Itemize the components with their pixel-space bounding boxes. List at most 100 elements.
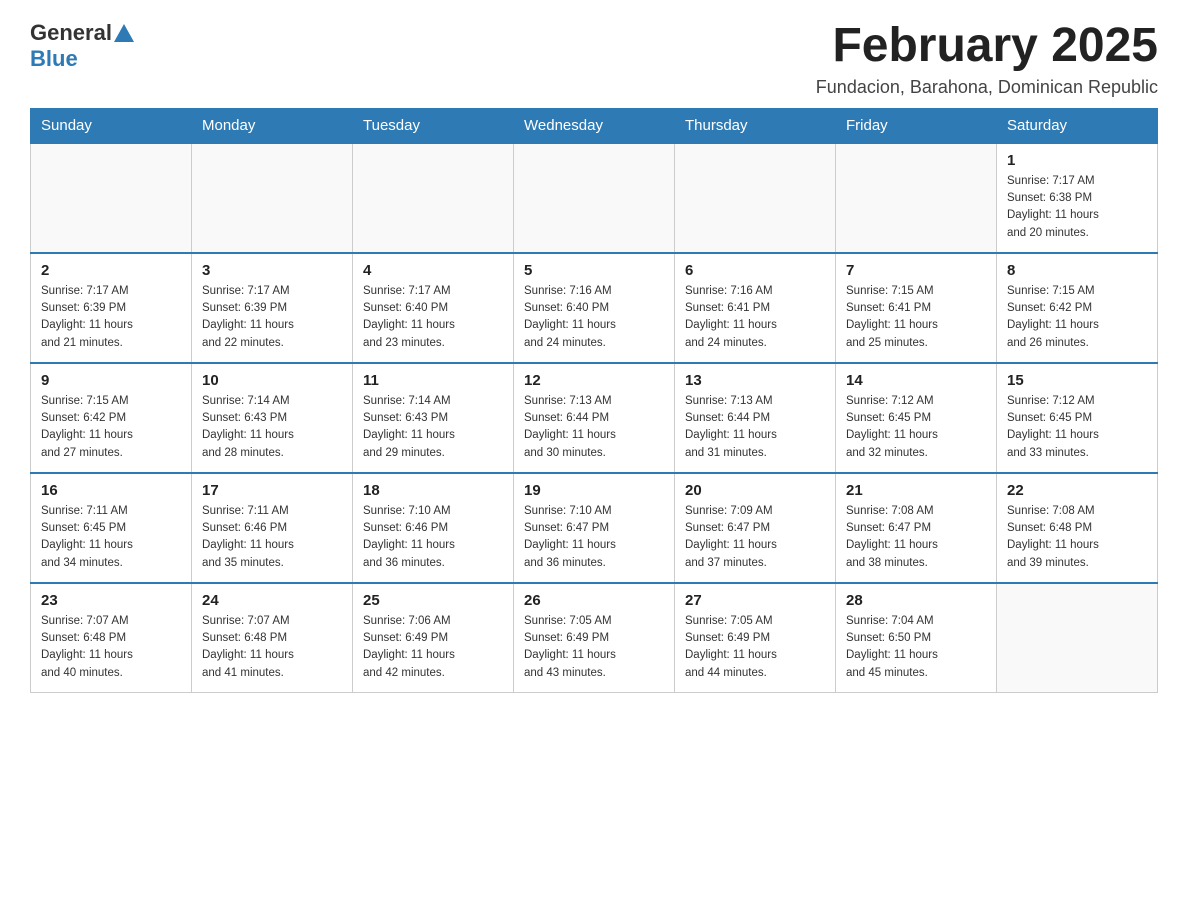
col-saturday: Saturday <box>997 108 1158 143</box>
calendar-header-row: Sunday Monday Tuesday Wednesday Thursday… <box>31 108 1158 143</box>
day-number: 2 <box>41 262 181 279</box>
day-info: Sunrise: 7:16 AMSunset: 6:41 PMDaylight:… <box>685 283 825 352</box>
day-info: Sunrise: 7:08 AMSunset: 6:47 PMDaylight:… <box>846 503 986 572</box>
calendar-cell: 14 Sunrise: 7:12 AMSunset: 6:45 PMDayligh… <box>836 363 997 473</box>
calendar-cell: 22 Sunrise: 7:08 AMSunset: 6:48 PMDayligh… <box>997 473 1158 583</box>
calendar-cell: 15 Sunrise: 7:12 AMSunset: 6:45 PMDayligh… <box>997 363 1158 473</box>
calendar-week-row-2: 2 Sunrise: 7:17 AMSunset: 6:39 PMDaylight… <box>31 253 1158 363</box>
calendar-cell: 28 Sunrise: 7:04 AMSunset: 6:50 PMDayligh… <box>836 583 997 693</box>
month-title: February 2025 <box>816 20 1158 73</box>
calendar-week-row-5: 23 Sunrise: 7:07 AMSunset: 6:48 PMDayligh… <box>31 583 1158 693</box>
day-info: Sunrise: 7:04 AMSunset: 6:50 PMDaylight:… <box>846 613 986 682</box>
day-info: Sunrise: 7:15 AMSunset: 6:42 PMDaylight:… <box>41 393 181 462</box>
day-number: 8 <box>1007 262 1147 279</box>
day-number: 25 <box>363 592 503 609</box>
calendar-cell <box>514 143 675 253</box>
page-header: General Blue February 2025 Fundacion, Ba… <box>30 20 1158 98</box>
day-number: 18 <box>363 482 503 499</box>
col-monday: Monday <box>192 108 353 143</box>
day-info: Sunrise: 7:13 AMSunset: 6:44 PMDaylight:… <box>524 393 664 462</box>
day-number: 13 <box>685 372 825 389</box>
day-number: 19 <box>524 482 664 499</box>
title-section: February 2025 Fundacion, Barahona, Domin… <box>816 20 1158 98</box>
calendar-cell <box>997 583 1158 693</box>
day-number: 23 <box>41 592 181 609</box>
day-number: 6 <box>685 262 825 279</box>
day-info: Sunrise: 7:05 AMSunset: 6:49 PMDaylight:… <box>524 613 664 682</box>
calendar-cell: 10 Sunrise: 7:14 AMSunset: 6:43 PMDayligh… <box>192 363 353 473</box>
calendar-cell <box>192 143 353 253</box>
col-tuesday: Tuesday <box>353 108 514 143</box>
calendar-cell: 8 Sunrise: 7:15 AMSunset: 6:42 PMDaylight… <box>997 253 1158 363</box>
calendar-cell: 20 Sunrise: 7:09 AMSunset: 6:47 PMDayligh… <box>675 473 836 583</box>
calendar-cell: 6 Sunrise: 7:16 AMSunset: 6:41 PMDaylight… <box>675 253 836 363</box>
calendar-cell: 16 Sunrise: 7:11 AMSunset: 6:45 PMDayligh… <box>31 473 192 583</box>
day-number: 12 <box>524 372 664 389</box>
day-number: 16 <box>41 482 181 499</box>
day-number: 22 <box>1007 482 1147 499</box>
day-number: 5 <box>524 262 664 279</box>
calendar-cell: 3 Sunrise: 7:17 AMSunset: 6:39 PMDaylight… <box>192 253 353 363</box>
calendar-cell: 19Sunrise: 7:10 AMSunset: 6:47 PMDayligh… <box>514 473 675 583</box>
day-number: 20 <box>685 482 825 499</box>
day-info: Sunrise: 7:09 AMSunset: 6:47 PMDaylight:… <box>685 503 825 572</box>
calendar-cell <box>31 143 192 253</box>
day-info: Sunrise: 7:06 AMSunset: 6:49 PMDaylight:… <box>363 613 503 682</box>
calendar-cell: 24 Sunrise: 7:07 AMSunset: 6:48 PMDayligh… <box>192 583 353 693</box>
calendar-cell: 5Sunrise: 7:16 AMSunset: 6:40 PMDaylight… <box>514 253 675 363</box>
day-number: 7 <box>846 262 986 279</box>
day-info: Sunrise: 7:07 AMSunset: 6:48 PMDaylight:… <box>41 613 181 682</box>
logo: General Blue <box>30 20 136 72</box>
calendar-cell: 27 Sunrise: 7:05 AMSunset: 6:49 PMDayligh… <box>675 583 836 693</box>
col-sunday: Sunday <box>31 108 192 143</box>
day-number: 27 <box>685 592 825 609</box>
day-number: 17 <box>202 482 342 499</box>
day-info: Sunrise: 7:17 AMSunset: 6:38 PMDaylight:… <box>1007 173 1147 242</box>
day-number: 11 <box>363 372 503 389</box>
day-info: Sunrise: 7:08 AMSunset: 6:48 PMDaylight:… <box>1007 503 1147 572</box>
location-subtitle: Fundacion, Barahona, Dominican Republic <box>816 77 1158 98</box>
day-number: 4 <box>363 262 503 279</box>
logo-general-text: General <box>30 20 112 46</box>
day-number: 3 <box>202 262 342 279</box>
calendar-cell: 7 Sunrise: 7:15 AMSunset: 6:41 PMDaylight… <box>836 253 997 363</box>
calendar-week-row-4: 16 Sunrise: 7:11 AMSunset: 6:45 PMDayligh… <box>31 473 1158 583</box>
day-info: Sunrise: 7:14 AMSunset: 6:43 PMDaylight:… <box>363 393 503 462</box>
calendar-cell: 25 Sunrise: 7:06 AMSunset: 6:49 PMDayligh… <box>353 583 514 693</box>
day-info: Sunrise: 7:12 AMSunset: 6:45 PMDaylight:… <box>1007 393 1147 462</box>
day-info: Sunrise: 7:11 AMSunset: 6:46 PMDaylight:… <box>202 503 342 572</box>
calendar-cell: 18 Sunrise: 7:10 AMSunset: 6:46 PMDayligh… <box>353 473 514 583</box>
day-info: Sunrise: 7:12 AMSunset: 6:45 PMDaylight:… <box>846 393 986 462</box>
day-info: Sunrise: 7:11 AMSunset: 6:45 PMDaylight:… <box>41 503 181 572</box>
calendar-cell <box>836 143 997 253</box>
day-number: 14 <box>846 372 986 389</box>
calendar-cell: 26Sunrise: 7:05 AMSunset: 6:49 PMDayligh… <box>514 583 675 693</box>
day-info: Sunrise: 7:15 AMSunset: 6:42 PMDaylight:… <box>1007 283 1147 352</box>
logo-blue-text: Blue <box>30 46 78 72</box>
day-number: 28 <box>846 592 986 609</box>
day-info: Sunrise: 7:05 AMSunset: 6:49 PMDaylight:… <box>685 613 825 682</box>
calendar-week-row-1: 1 Sunrise: 7:17 AMSunset: 6:38 PMDaylight… <box>31 143 1158 253</box>
calendar-cell: 23 Sunrise: 7:07 AMSunset: 6:48 PMDayligh… <box>31 583 192 693</box>
day-info: Sunrise: 7:07 AMSunset: 6:48 PMDaylight:… <box>202 613 342 682</box>
calendar-cell: 17 Sunrise: 7:11 AMSunset: 6:46 PMDayligh… <box>192 473 353 583</box>
calendar-cell: 9Sunrise: 7:15 AMSunset: 6:42 PMDaylight… <box>31 363 192 473</box>
day-info: Sunrise: 7:14 AMSunset: 6:43 PMDaylight:… <box>202 393 342 462</box>
calendar-cell: 1 Sunrise: 7:17 AMSunset: 6:38 PMDaylight… <box>997 143 1158 253</box>
day-number: 21 <box>846 482 986 499</box>
calendar-week-row-3: 9Sunrise: 7:15 AMSunset: 6:42 PMDaylight… <box>31 363 1158 473</box>
day-info: Sunrise: 7:17 AMSunset: 6:39 PMDaylight:… <box>41 283 181 352</box>
day-number: 1 <box>1007 152 1147 169</box>
day-number: 15 <box>1007 372 1147 389</box>
calendar-cell: 12 Sunrise: 7:13 AMSunset: 6:44 PMDayligh… <box>514 363 675 473</box>
day-info: Sunrise: 7:10 AMSunset: 6:46 PMDaylight:… <box>363 503 503 572</box>
calendar-cell: 21 Sunrise: 7:08 AMSunset: 6:47 PMDayligh… <box>836 473 997 583</box>
day-info: Sunrise: 7:17 AMSunset: 6:39 PMDaylight:… <box>202 283 342 352</box>
calendar-table: Sunday Monday Tuesday Wednesday Thursday… <box>30 108 1158 694</box>
day-info: Sunrise: 7:15 AMSunset: 6:41 PMDaylight:… <box>846 283 986 352</box>
calendar-cell <box>675 143 836 253</box>
day-number: 10 <box>202 372 342 389</box>
day-number: 24 <box>202 592 342 609</box>
day-info: Sunrise: 7:13 AMSunset: 6:44 PMDaylight:… <box>685 393 825 462</box>
calendar-cell: 11 Sunrise: 7:14 AMSunset: 6:43 PMDayligh… <box>353 363 514 473</box>
